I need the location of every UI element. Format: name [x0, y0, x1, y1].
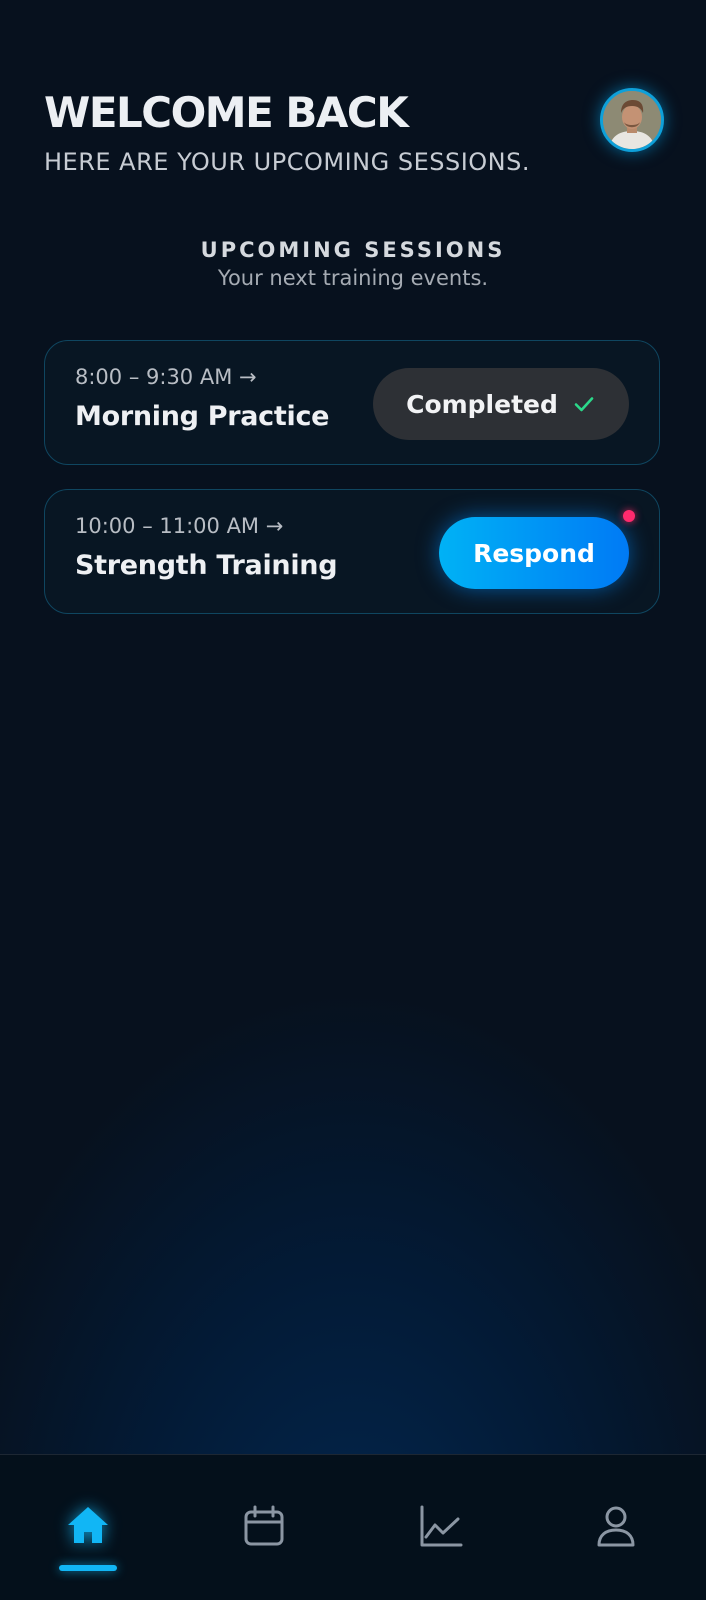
user-icon [597, 1506, 635, 1547]
section-subtitle: Your next training events. [217, 266, 489, 290]
nav-home[interactable] [58, 1503, 118, 1563]
session-title: Strength Training [75, 550, 338, 581]
upcoming-sessions-header: UPCOMING SESSIONS Your next training eve… [0, 238, 706, 290]
section-title: UPCOMING SESSIONS [200, 238, 506, 262]
header: WELCOME BACK HERE ARE YOUR UPCOMING SESS… [44, 88, 664, 188]
respond-button[interactable]: Respond [439, 517, 629, 589]
session-card[interactable]: 8:00 – 9:30 AM → Morning Practice Comple… [44, 340, 660, 465]
session-card[interactable]: 10:00 – 11:00 AM → Strength Training Res… [44, 489, 660, 614]
nav-calendar[interactable] [234, 1503, 294, 1563]
nav-profile[interactable] [586, 1503, 646, 1563]
app-screen: WELCOME BACK HERE ARE YOUR UPCOMING SESS… [0, 0, 706, 1600]
session-time: 8:00 – 9:30 AM → [75, 365, 257, 389]
nav-stats[interactable] [411, 1503, 471, 1563]
welcome-title: WELCOME BACK [44, 88, 409, 137]
completed-button[interactable]: Completed [373, 368, 629, 440]
respond-label: Respond [473, 538, 595, 568]
bottom-nav [0, 1454, 706, 1600]
home-icon [68, 1507, 108, 1543]
notification-dot [623, 510, 635, 522]
session-title: Morning Practice [75, 401, 330, 432]
check-icon [574, 397, 594, 412]
avatar[interactable] [600, 88, 664, 152]
calendar-icon [244, 1505, 284, 1546]
active-tab-indicator [59, 1565, 117, 1571]
chart-line-icon [420, 1505, 463, 1547]
session-time: 10:00 – 11:00 AM → [75, 514, 284, 538]
completed-label: Completed [406, 389, 558, 419]
welcome-subtitle: HERE ARE YOUR UPCOMING SESSIONS. [44, 148, 530, 176]
avatar-image [603, 91, 661, 149]
